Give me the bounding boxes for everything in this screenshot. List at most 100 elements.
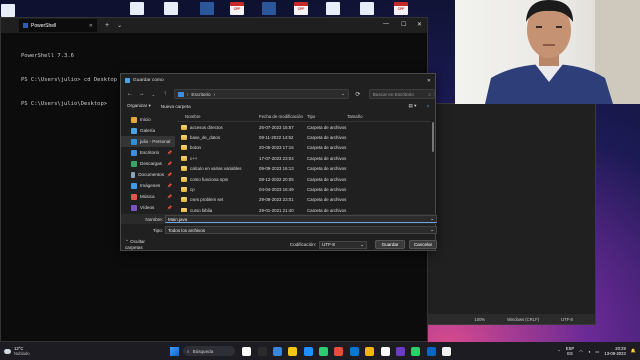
taskbar-search[interactable]: ⌕ Búsqueda <box>183 346 235 356</box>
battery-icon[interactable]: ▭ <box>595 349 599 354</box>
dropdown-icon[interactable]: ⌄ <box>148 92 158 97</box>
taskbar-app-icon[interactable] <box>411 346 421 356</box>
taskbar-app-icon[interactable] <box>426 346 436 356</box>
file-row[interactable]: c++ 17-07-2023 23:04 Carpeta de archivos <box>177 153 431 163</box>
nav-item[interactable]: Escritorio 📌 <box>121 147 175 158</box>
zoom-level[interactable]: 100% <box>474 317 485 322</box>
pdf-file-icon: CPF <box>394 2 408 15</box>
notification-icon[interactable]: 🔔 <box>631 348 636 354</box>
taskbar-app-icon[interactable] <box>319 346 329 356</box>
nav-item[interactable]: Música 📌 <box>121 191 175 202</box>
nav-item[interactable]: Imágenes 📌 <box>121 180 175 191</box>
filename-input[interactable]: Main.java ⌄ <box>165 215 437 223</box>
nav-item[interactable]: julio - Personal <box>121 136 175 147</box>
close-button[interactable]: ✕ <box>417 21 422 28</box>
taskbar-app-icon[interactable] <box>242 346 252 356</box>
desktop-icon[interactable] <box>350 2 384 17</box>
desktop-icon[interactable]: CPF <box>220 2 254 17</box>
file-row[interactable]: calculo en varias variables 09-09-2023 16… <box>177 164 431 174</box>
taskbar-app-icon[interactable] <box>257 346 267 356</box>
taskbar-app-icon[interactable] <box>365 346 375 356</box>
refresh-icon[interactable]: ⟳ <box>353 91 363 98</box>
taskbar-app-icon[interactable] <box>442 346 452 356</box>
filetype-select[interactable]: Todos los archivos ⌄ <box>165 226 437 234</box>
scrollbar-thumb[interactable] <box>432 122 434 152</box>
file-row[interactable]: accesos directos 26-07-2023 15:57 Carpeta … <box>177 122 431 132</box>
nav-item[interactable]: Descargas 📌 <box>121 158 175 169</box>
dialog-close-button[interactable]: ✕ <box>427 78 431 84</box>
new-tab-button[interactable]: + <box>105 22 109 29</box>
path-segment[interactable]: Escritorio <box>191 92 210 97</box>
save-button[interactable]: Guardar <box>375 240 406 249</box>
file-row[interactable]: cp 04-04-2023 16:49 Carpeta de archivos <box>177 184 431 194</box>
filename-label: Nombre: <box>145 216 163 222</box>
taskbar-app-icon[interactable] <box>380 346 390 356</box>
nav-item[interactable]: Inicio <box>121 114 175 125</box>
nav-item-icon <box>131 160 137 167</box>
powershell-tab-title: PowerShell <box>31 22 57 29</box>
tab-dropdown-icon[interactable]: ⌄ <box>117 22 122 29</box>
column-size[interactable]: Tamaño <box>347 114 377 119</box>
desktop-icon[interactable]: CPF <box>384 2 418 17</box>
powershell-tab[interactable]: PowerShell ✕ <box>19 19 97 32</box>
forward-arrow-icon[interactable]: → <box>137 91 147 97</box>
encoding-select[interactable]: UTF-8 ⌄ <box>319 240 368 249</box>
nav-item[interactable]: Vídeos 📌 <box>121 202 175 213</box>
view-options-icon[interactable]: ▤ ▾ <box>409 103 417 109</box>
desktop-icon[interactable] <box>120 2 154 17</box>
column-date[interactable]: Fecha de modificación <box>259 114 307 119</box>
path-dropdown-icon[interactable]: ⌄ <box>341 91 345 97</box>
file-encoding[interactable]: UTF-8 <box>561 317 573 322</box>
column-type[interactable]: Tipo <box>307 114 347 119</box>
nav-item[interactable]: Galería <box>121 125 175 136</box>
cancel-button[interactable]: Cancelar <box>409 240 437 249</box>
maximize-button[interactable]: ☐ <box>401 21 406 28</box>
search-input[interactable]: Buscar en Escritorio ⌕ <box>368 89 435 99</box>
help-icon[interactable]: ? <box>426 104 429 109</box>
desktop-icon[interactable]: CPF <box>284 2 318 17</box>
minimize-button[interactable]: — <box>383 21 389 27</box>
clock[interactable]: 20:29 13-09-2023 <box>604 346 625 356</box>
taskbar-app-icon[interactable] <box>303 346 313 356</box>
file-row[interactable]: curso biblia 29-01-2021 21:40 Carpeta de a… <box>177 205 431 212</box>
filename-dropdown-icon[interactable]: ⌄ <box>430 216 434 222</box>
file-type: Carpeta de archivos <box>307 124 347 130</box>
dialog-title: Guardar como <box>133 78 164 83</box>
start-button[interactable] <box>170 346 179 356</box>
taskbar-app-icon[interactable] <box>395 346 405 356</box>
taskbar-app-icon[interactable] <box>288 346 298 356</box>
column-name[interactable]: Nombre <box>177 114 259 119</box>
file-row[interactable]: base_de_datos 09-11-2022 14:52 Carpeta de … <box>177 132 431 142</box>
filetype-dropdown-icon[interactable]: ⌄ <box>430 227 434 233</box>
address-bar-row: ← → ⌄ ↑ › Escritorio › ⌄ ⟳ Buscar en Esc… <box>121 87 435 101</box>
up-arrow-icon[interactable]: ↑ <box>160 91 170 97</box>
weather-widget[interactable]: 12°C Nublado <box>0 346 60 356</box>
tab-close-icon[interactable]: ✕ <box>89 23 93 29</box>
volume-icon[interactable]: ◖ <box>588 349 591 354</box>
file-list-scrollbar[interactable] <box>432 122 435 210</box>
line-ending[interactable]: Windows (CRLF) <box>507 317 539 322</box>
file-name-cell: c++ <box>177 155 259 161</box>
encoding-dropdown-icon[interactable]: ⌄ <box>360 242 364 248</box>
desktop-icon[interactable] <box>252 2 286 17</box>
taskbar-app-icon[interactable] <box>272 346 282 356</box>
desktop-icon[interactable] <box>154 2 188 17</box>
hide-folders-button[interactable]: ⌃ Ocultar carpetas <box>125 239 164 250</box>
taskbar-app-icon[interactable] <box>349 346 359 356</box>
file-row[interactable]: cses problem set 29-08-2023 23:01 Carpeta … <box>177 195 431 205</box>
tray-chevron-icon[interactable]: ⌃ <box>557 349 561 354</box>
back-arrow-icon[interactable]: ← <box>125 91 135 97</box>
address-bar[interactable]: › Escritorio › ⌄ <box>173 89 350 99</box>
wifi-icon[interactable]: ◠ <box>579 349 583 354</box>
language-indicator[interactable]: ESP ES <box>566 346 574 356</box>
clock-date: 13-09-2023 <box>604 351 626 356</box>
file-date: 04-04-2023 16:49 <box>259 187 294 193</box>
file-row[interactable]: como funciona npm 08-12-2022 20:05 Carpeta… <box>177 174 431 184</box>
nav-item[interactable]: Documentos 📌 <box>121 169 175 180</box>
desktop-icon[interactable] <box>316 2 350 17</box>
taskbar-app-icon[interactable] <box>334 346 344 356</box>
desktop-icon[interactable] <box>190 2 224 17</box>
organize-button[interactable]: Organizar ▾ <box>127 103 151 109</box>
new-folder-button[interactable]: Nueva carpeta <box>161 104 191 109</box>
file-row[interactable]: boton 20-06-2023 17:15 Carpeta de archivos <box>177 143 431 153</box>
